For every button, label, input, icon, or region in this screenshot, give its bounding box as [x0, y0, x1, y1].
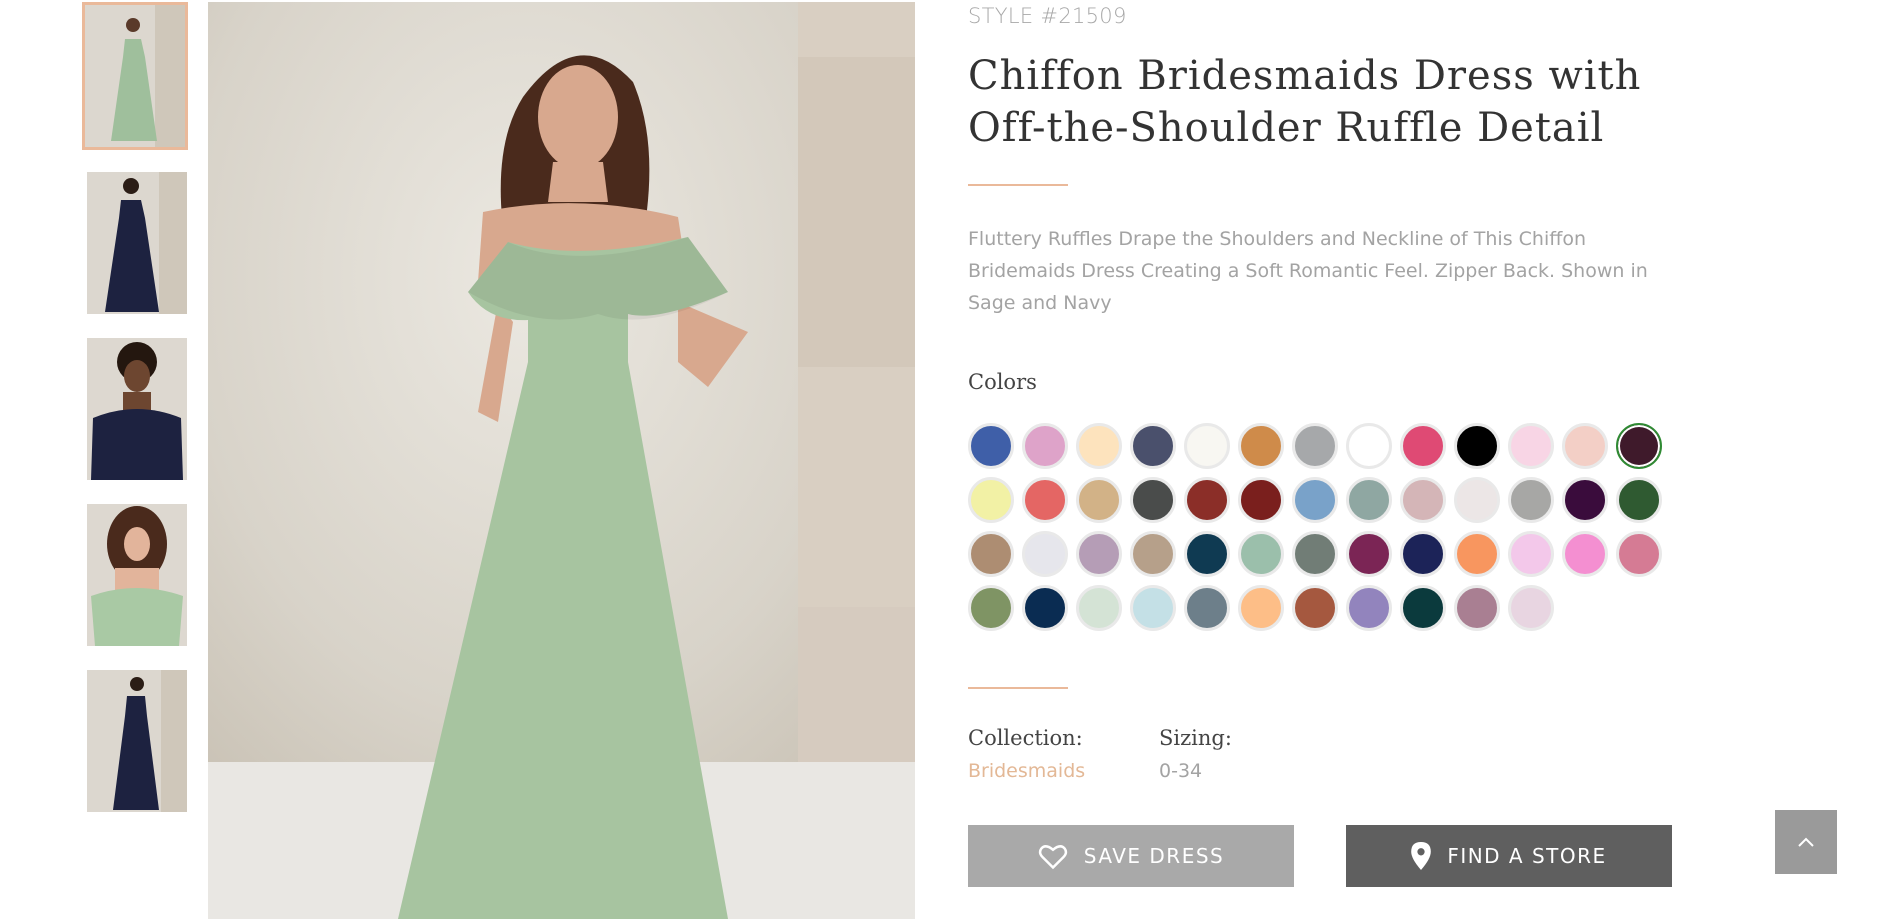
sizing-label: Sizing:	[1159, 726, 1232, 750]
color-swatch[interactable]	[1238, 423, 1284, 469]
color-swatch[interactable]	[1346, 423, 1392, 469]
color-swatch[interactable]	[1184, 423, 1230, 469]
color-swatch[interactable]	[1616, 477, 1662, 523]
color-swatch[interactable]	[1076, 477, 1122, 523]
main-image-svg	[208, 2, 915, 919]
color-swatch[interactable]	[1022, 585, 1068, 631]
color-swatch[interactable]	[1076, 585, 1122, 631]
find-store-label: FIND A STORE	[1447, 844, 1607, 868]
color-swatch[interactable]	[968, 585, 1014, 631]
meta-divider	[968, 687, 1068, 689]
thumbnail-image	[87, 670, 187, 812]
thumbnail-image	[85, 5, 185, 147]
color-swatch[interactable]	[1454, 531, 1500, 577]
color-swatch[interactable]	[1346, 585, 1392, 631]
color-swatch[interactable]	[1184, 531, 1230, 577]
color-swatch[interactable]	[1346, 531, 1392, 577]
color-swatch[interactable]	[1022, 477, 1068, 523]
color-swatch[interactable]	[1508, 423, 1554, 469]
color-swatch[interactable]	[1292, 531, 1338, 577]
color-swatch[interactable]	[1400, 585, 1446, 631]
heart-icon	[1038, 844, 1067, 869]
color-swatch[interactable]	[968, 477, 1014, 523]
color-swatch[interactable]	[1400, 423, 1446, 469]
thumbnail-2[interactable]	[87, 172, 187, 314]
thumbnail-3[interactable]	[87, 338, 187, 480]
color-swatch[interactable]	[1562, 531, 1608, 577]
scroll-to-top-button[interactable]	[1775, 810, 1837, 874]
color-swatch[interactable]	[1292, 585, 1338, 631]
color-swatch[interactable]	[1076, 423, 1122, 469]
color-swatch[interactable]	[1508, 531, 1554, 577]
save-dress-label: SAVE DRESS	[1083, 844, 1225, 868]
thumbnail-image	[87, 338, 187, 480]
color-swatch[interactable]	[1508, 477, 1554, 523]
collection-label: Collection:	[968, 726, 1083, 750]
color-swatch[interactable]	[1454, 423, 1500, 469]
save-dress-button[interactable]: SAVE DRESS	[968, 825, 1294, 887]
color-swatch[interactable]	[1562, 477, 1608, 523]
color-swatch[interactable]	[968, 531, 1014, 577]
color-swatch[interactable]	[1238, 531, 1284, 577]
thumbnail-image	[87, 504, 187, 646]
thumbnail-image	[87, 172, 187, 314]
color-swatch[interactable]	[1400, 531, 1446, 577]
color-swatch[interactable]	[1616, 531, 1662, 577]
color-swatch[interactable]	[1184, 585, 1230, 631]
title-divider	[968, 184, 1068, 186]
thumbnail-4[interactable]	[87, 504, 187, 646]
color-swatch[interactable]	[1508, 585, 1554, 631]
color-swatch[interactable]	[1130, 423, 1176, 469]
thumbnail-1[interactable]	[82, 2, 188, 150]
color-swatch[interactable]	[1184, 477, 1230, 523]
color-swatch[interactable]	[1454, 585, 1500, 631]
color-swatch[interactable]	[1130, 531, 1176, 577]
color-swatch[interactable]	[968, 423, 1014, 469]
color-swatch[interactable]	[1238, 477, 1284, 523]
colors-label: Colors	[968, 370, 1037, 394]
style-number: STYLE #21509	[968, 4, 1127, 28]
color-swatch[interactable]	[1562, 423, 1608, 469]
color-swatch[interactable]	[1130, 477, 1176, 523]
color-swatch[interactable]	[1130, 585, 1176, 631]
main-product-image[interactable]	[208, 2, 915, 919]
location-pin-icon	[1411, 842, 1432, 870]
color-swatch[interactable]	[1022, 531, 1068, 577]
collection-link[interactable]: Bridesmaids	[968, 760, 1085, 782]
color-swatch[interactable]	[1346, 477, 1392, 523]
color-swatch[interactable]	[1400, 477, 1446, 523]
thumbnail-5[interactable]	[87, 670, 187, 812]
chevron-up-icon	[1798, 837, 1814, 847]
color-swatch[interactable]	[1454, 477, 1500, 523]
color-swatch[interactable]	[1292, 423, 1338, 469]
color-swatch[interactable]	[1616, 423, 1662, 469]
product-title: Chiffon Bridesmaids Dress with Off-the-S…	[968, 53, 1642, 151]
find-store-button[interactable]: FIND A STORE	[1346, 825, 1672, 887]
color-swatch[interactable]	[1022, 423, 1068, 469]
sizing-value: 0-34	[1159, 760, 1203, 782]
color-swatch[interactable]	[1076, 531, 1122, 577]
color-swatch[interactable]	[1292, 477, 1338, 523]
color-swatch[interactable]	[1238, 585, 1284, 631]
product-description: Fluttery Ruffles Drape the Shoulders and…	[968, 228, 1648, 314]
